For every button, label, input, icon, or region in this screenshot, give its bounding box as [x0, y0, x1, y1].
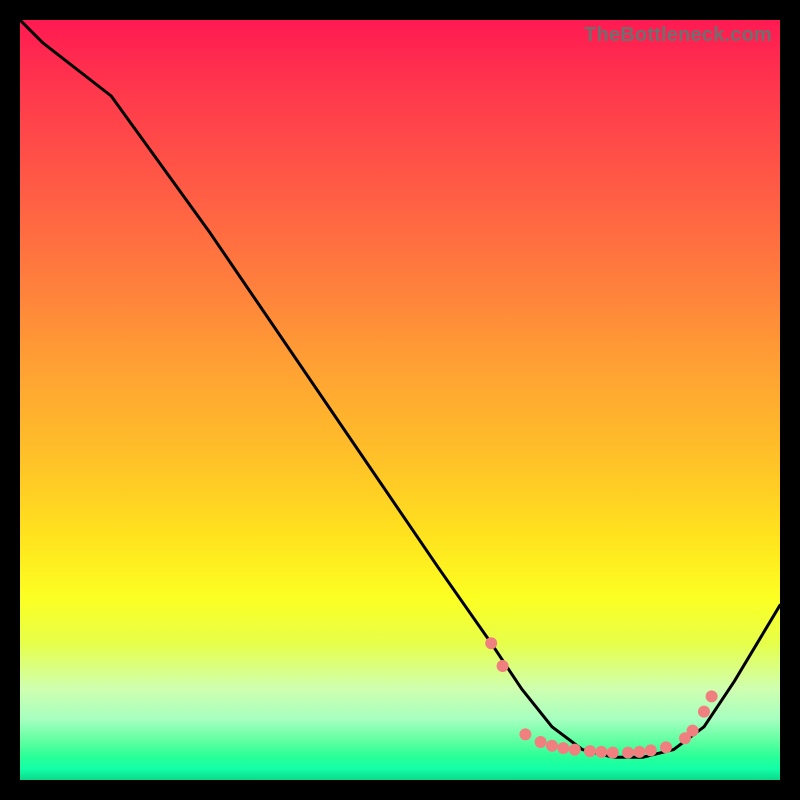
curve-marker	[595, 746, 607, 758]
chart-frame: TheBottleneck.com	[20, 20, 780, 780]
curve-marker	[633, 746, 645, 758]
curve-marker	[584, 745, 596, 757]
curve-marker	[485, 637, 497, 649]
curve-marker	[660, 741, 672, 753]
curve-marker	[519, 728, 531, 740]
curve-marker	[687, 725, 699, 737]
curve-marker	[698, 706, 710, 718]
bottleneck-curve	[20, 20, 780, 757]
chart-svg	[20, 20, 780, 780]
plot-area: TheBottleneck.com	[20, 20, 780, 780]
curve-marker	[535, 736, 547, 748]
curve-marker	[607, 747, 619, 759]
curve-marker	[706, 690, 718, 702]
curve-marker	[557, 742, 569, 754]
curve-marker	[546, 740, 558, 752]
curve-marker	[497, 660, 509, 672]
marker-layer	[485, 637, 717, 758]
curve-marker	[569, 744, 581, 756]
curve-marker	[645, 744, 657, 756]
curve-marker	[622, 747, 634, 759]
curve-layer	[20, 20, 780, 757]
